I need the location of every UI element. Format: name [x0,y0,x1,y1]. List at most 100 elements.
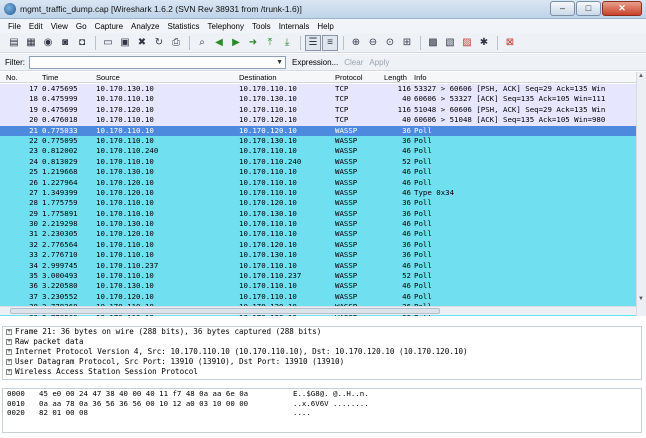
menu-tools[interactable]: Tools [248,22,275,31]
expand-icon[interactable]: + [6,369,12,375]
detail-raw[interactable]: + Raw packet data [3,337,641,347]
maximize-button[interactable]: □ [576,1,601,16]
expand-icon[interactable]: + [6,329,12,335]
detail-wassp[interactable]: + Wireless Access Station Session Protoco… [3,367,641,377]
menu-statistics[interactable]: Statistics [164,22,204,31]
packet-time: 0.813029 [42,156,78,166]
scroll-down-icon[interactable]: ▼ [638,296,644,302]
packet-row[interactable]: 31 2.230305 10.170.120.10 10.170.110.10 WASS… [0,229,636,240]
zoom-in-icon[interactable]: ⊕ [348,35,364,51]
menu-internals[interactable]: Internals [275,22,314,31]
packet-row[interactable]: 19 0.475699 10.170.120.10 10.170.110.10 TCP 1… [0,104,636,116]
expand-icon[interactable]: + [6,359,12,365]
stop-capture-icon[interactable]: ◙ [57,35,73,51]
column-header-info[interactable]: Info [414,73,427,82]
column-header-protocol[interactable]: Protocol [335,73,363,82]
minimize-button[interactable]: – [550,1,575,16]
scroll-up-icon[interactable]: ▲ [638,73,644,79]
find-packet-icon[interactable]: ⌕ [194,35,210,51]
capture-options-icon[interactable]: ▦ [23,35,39,51]
packet-info: Poll [414,281,432,291]
detail-ip[interactable]: + Internet Protocol Version 4, Src: 10.17… [3,347,641,357]
column-header-destination[interactable]: Destination [239,73,277,82]
expand-icon[interactable]: + [6,339,12,345]
horizontal-scroll-thumb[interactable] [10,308,440,314]
column-header-source[interactable]: Source [96,73,120,82]
packet-row[interactable]: 23 0.812002 10.170.110.240 10.170.110.10 WAS… [0,146,636,157]
packet-row[interactable]: 32 2.776564 10.170.110.10 10.170.120.10 WASS… [0,239,636,251]
menu-help[interactable]: Help [313,22,337,31]
packet-row[interactable]: 24 0.813029 10.170.110.10 10.170.110.240 WAS… [0,156,636,168]
column-header-no[interactable]: No. [6,73,18,82]
menu-file[interactable]: File [4,22,25,31]
print-icon[interactable]: ⎙ [168,35,184,51]
interface-list-icon[interactable]: ▤ [6,35,22,51]
packet-length: 40 [402,94,411,104]
chevron-down-icon[interactable]: ▼ [276,59,283,66]
menu-telephony[interactable]: Telephony [204,22,248,31]
bytes-hex: 82 01 00 08 [39,408,88,417]
packet-row[interactable]: 25 1.219668 10.170.130.10 10.170.110.10 WASS… [0,167,636,178]
packet-row[interactable]: 21 0.775033 10.170.110.10 10.170.120.10 WASS… [0,125,636,136]
packet-length: 46 [402,177,411,187]
packet-row[interactable]: 20 0.476018 10.170.110.10 10.170.120.10 TCP 4… [0,115,636,126]
bytes-row[interactable]: 0020 82 01 00 08 .... [3,408,641,418]
packet-row[interactable]: 34 2.999745 10.170.110.237 10.170.110.10 WAS… [0,260,636,272]
packet-row[interactable]: 33 2.776710 10.170.110.10 10.170.130.10 WASS… [0,250,636,261]
open-file-icon[interactable]: ▭ [100,35,116,51]
go-back-icon[interactable]: ◀ [211,35,227,51]
detail-frame[interactable]: + Frame 21: 36 bytes on wire (288 bits), … [3,327,641,337]
packet-row[interactable]: 26 1.227964 10.170.120.10 10.170.110.10 WASS… [0,177,636,188]
packet-row[interactable]: 18 0.475999 10.170.110.10 10.170.130.10 TCP 4… [0,94,636,105]
packet-row[interactable]: 35 3.000493 10.170.110.10 10.170.110.237 WAS… [0,271,636,282]
packet-destination: 10.170.110.10 [239,177,297,187]
capture-filters-icon[interactable]: ▩ [425,35,441,51]
go-last-icon[interactable]: ⤓ [279,35,295,51]
close-file-icon[interactable]: ✖ [134,35,150,51]
menu-edit[interactable]: Edit [25,22,47,31]
help-icon[interactable]: ⊠ [502,35,518,51]
display-filters-icon[interactable]: ▧ [442,35,458,51]
filter-input[interactable]: ▼ [29,55,286,69]
expand-icon[interactable]: + [6,349,12,355]
packet-row[interactable]: 30 2.219298 10.170.130.10 10.170.110.10 WASS… [0,219,636,230]
packet-length: 46 [402,229,411,239]
save-file-icon[interactable]: ▣ [117,35,133,51]
menu-capture[interactable]: Capture [91,22,127,31]
restart-capture-icon[interactable]: ◘ [74,35,90,51]
column-header-length[interactable]: Length [384,73,407,82]
go-forward-icon[interactable]: ▶ [228,35,244,51]
colorize-icon[interactable]: ☰ [305,34,321,51]
packet-row[interactable]: 27 1.349399 10.170.120.10 10.170.110.10 WASS… [0,187,636,199]
column-header-time[interactable]: Time [42,73,58,82]
packet-destination: 10.170.130.10 [239,250,297,260]
bytes-row[interactable]: 0000 45 e0 00 24 47 38 40 00 40 11 f7 48… [3,389,641,399]
packet-row[interactable]: 37 3.230552 10.170.120.10 10.170.110.10 WASS… [0,291,636,303]
vertical-scrollbar[interactable]: ▲ ▼ [636,72,646,316]
close-button[interactable]: ✕ [602,1,642,16]
bytes-row[interactable]: 0010 0a aa 78 0a 36 56 36 56 00 10 12 a0… [3,399,641,409]
apply-button[interactable]: Apply [369,58,389,67]
menu-view[interactable]: View [47,22,72,31]
preferences-icon[interactable]: ✱ [476,35,492,51]
go-first-icon[interactable]: ⤒ [262,35,278,51]
packet-row[interactable]: 29 1.775891 10.170.110.10 10.170.130.10 WASS… [0,208,636,220]
normal-size-icon[interactable]: ⊙ [382,35,398,51]
packet-row[interactable]: 28 1.775759 10.170.110.10 10.170.120.10 WASS… [0,198,636,209]
menu-go[interactable]: Go [72,22,91,31]
resize-columns-icon[interactable]: ⊞ [399,35,415,51]
start-capture-icon[interactable]: ◉ [40,35,56,51]
expression-button[interactable]: Expression... [292,58,338,67]
autoscroll-icon[interactable]: ≡ [322,34,338,51]
clear-button[interactable]: Clear [344,58,363,67]
packet-row[interactable]: 22 0.775095 10.170.110.10 10.170.130.10 WASS… [0,135,636,147]
reload-icon[interactable]: ↻ [151,35,167,51]
packet-row[interactable]: 17 0.475695 10.170.130.10 10.170.110.10 TCP 1… [0,84,636,95]
menu-analyze[interactable]: Analyze [127,22,163,31]
horizontal-scrollbar[interactable] [0,306,636,315]
go-to-packet-icon[interactable]: ➜ [245,35,261,51]
detail-udp[interactable]: + User Datagram Protocol, Src Port: 13910… [3,357,641,367]
zoom-out-icon[interactable]: ⊖ [365,35,381,51]
packet-row[interactable]: 36 3.220580 10.170.130.10 10.170.110.10 WASS… [0,281,636,292]
coloring-rules-icon[interactable]: ▨ [459,35,475,51]
